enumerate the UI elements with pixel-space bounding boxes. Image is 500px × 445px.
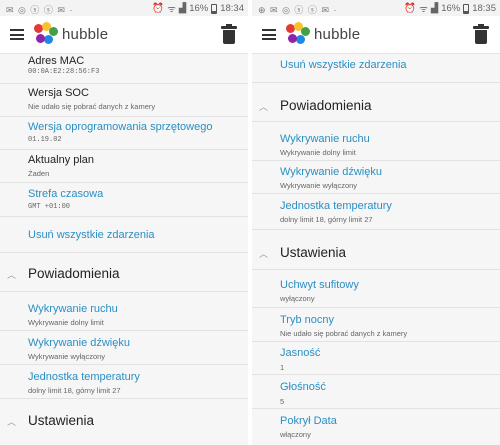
item-value: 5 [280, 397, 285, 406]
chevron-up-icon: ︿ [7, 417, 17, 427]
menu-icon[interactable] [262, 29, 276, 40]
item-value: Żaden [28, 169, 50, 178]
item-value: 1 [280, 363, 285, 372]
divider [0, 216, 248, 217]
notification-icons: ✉ ◎ ⓢ ⓢ ✉ · [6, 5, 74, 15]
divider [0, 116, 248, 117]
item-value: 00:0A:E2:28:56:F3 [28, 68, 100, 76]
section-title: Ustawienia [28, 413, 95, 428]
battery-icon [463, 3, 470, 14]
delete-icon[interactable] [473, 24, 489, 44]
item-value: 01.19.02 [28, 136, 62, 144]
divider [252, 307, 500, 308]
brand-name: hubble [62, 26, 109, 43]
section-title: Powiadomienia [28, 266, 120, 281]
chevron-up-icon: ︿ [259, 249, 269, 259]
left-screen: ✉ ◎ ⓢ ⓢ ✉ · ⏰ ᯤ ▟ 16% 18:34 hubble Adres… [0, 0, 248, 445]
divider [0, 149, 248, 150]
status-bar: ✉ ◎ ⓢ ⓢ ✉ · ⏰ ᯤ ▟ 16% 18:34 [0, 0, 248, 16]
app-bar: hubble [0, 16, 248, 54]
item-value: wyłączony [280, 294, 315, 303]
item-value: Wykrywanie dolny limit [280, 148, 356, 157]
divider [252, 229, 500, 230]
item-title: Wersja oprogramowania sprzętowego [28, 121, 213, 133]
section-title: Ustawienia [280, 245, 347, 260]
app-bar: hubble [252, 16, 500, 54]
delete-icon[interactable] [221, 24, 237, 44]
item-title: Wykrywanie ruchu [28, 303, 118, 315]
battery-percent: 16% [189, 3, 209, 14]
item-title: Uchwyt sufitowy [280, 279, 359, 291]
wifi-icon: ᯤ [419, 4, 428, 15]
item-title: Jednostka temperatury [28, 371, 140, 383]
settings-list: Usuń wszystkie zdarzenia ︿ Powiadomienia… [252, 55, 500, 445]
chevron-up-icon: ︿ [7, 270, 17, 280]
item-value: włączony [280, 430, 311, 439]
divider [0, 291, 248, 292]
divider [252, 82, 500, 83]
divider [252, 374, 500, 375]
divider [0, 182, 248, 183]
item-title: Wersja SOC [28, 87, 89, 99]
divider [0, 364, 248, 365]
divider [252, 121, 500, 122]
chevron-up-icon: ︿ [259, 102, 269, 112]
right-screen: ⊕ ✉ ◎ ⓢ ⓢ ✉ · ⏰ ᯤ ▟ 16% 18:35 hubble Usu… [252, 0, 500, 445]
brand-name: hubble [314, 26, 361, 43]
alarm-icon: ⏰ [152, 3, 165, 14]
item-title: Usuń wszystkie zdarzenia [280, 59, 407, 71]
divider [252, 269, 500, 270]
divider [0, 398, 248, 399]
item-title: Usuń wszystkie zdarzenia [28, 229, 155, 241]
item-title: Aktualny plan [28, 154, 95, 166]
item-title: Jednostka temperatury [280, 200, 392, 212]
item-title: Adres MAC [28, 55, 85, 67]
divider [0, 252, 248, 253]
settings-list: Adres MAC 00:0A:E2:28:56:F3 Wersja SOC N… [0, 55, 248, 445]
item-value: Wykrywanie dolny limit [28, 318, 104, 327]
item-value: Nie udało się pobrać danych z kamery [28, 102, 156, 111]
signal-icon: ▟ [178, 3, 187, 14]
list-item-mac: Adres MAC 00:0A:E2:28:56:F3 [0, 55, 248, 79]
menu-icon[interactable] [10, 29, 24, 40]
item-title: Pokrył Data [280, 415, 337, 427]
wifi-icon: ᯤ [167, 4, 176, 15]
signal-icon: ▟ [430, 3, 439, 14]
item-title: Strefa czasowa [28, 188, 104, 200]
status-time: 18:35 [472, 3, 496, 14]
divider [0, 330, 248, 331]
item-title: Wykrywanie ruchu [280, 133, 370, 145]
item-title: Wykrywanie dźwięku [28, 337, 130, 349]
battery-percent: 16% [441, 3, 461, 14]
hubble-logo-icon [34, 22, 58, 46]
item-value: dolny limit 18, górny limit 27 [280, 215, 373, 224]
item-value: GMT +01:00 [28, 203, 71, 211]
divider [252, 408, 500, 409]
item-title: Tryb nocny [280, 314, 335, 326]
item-value: Wykrywanie wyłączony [28, 352, 106, 361]
item-title: Wykrywanie dźwięku [280, 166, 382, 178]
battery-icon [211, 3, 218, 14]
divider [252, 160, 500, 161]
section-title: Powiadomienia [280, 98, 372, 113]
item-value: Nie udało się pobrać danych z kamery [280, 329, 408, 338]
notification-icons: ⊕ ✉ ◎ ⓢ ⓢ ✉ · [258, 5, 338, 15]
status-bar: ⊕ ✉ ◎ ⓢ ⓢ ✉ · ⏰ ᯤ ▟ 16% 18:35 [252, 0, 500, 16]
divider [252, 341, 500, 342]
item-title: Głośność [280, 381, 326, 393]
hubble-logo-icon [286, 22, 310, 46]
item-value: dolny limit 18, górny limit 27 [28, 386, 121, 395]
alarm-icon: ⏰ [404, 3, 417, 14]
divider [252, 193, 500, 194]
status-time: 18:34 [220, 3, 244, 14]
item-title: Jasność [280, 347, 321, 359]
item-value: Wykrywanie wyłączony [280, 181, 358, 190]
divider [0, 83, 248, 84]
